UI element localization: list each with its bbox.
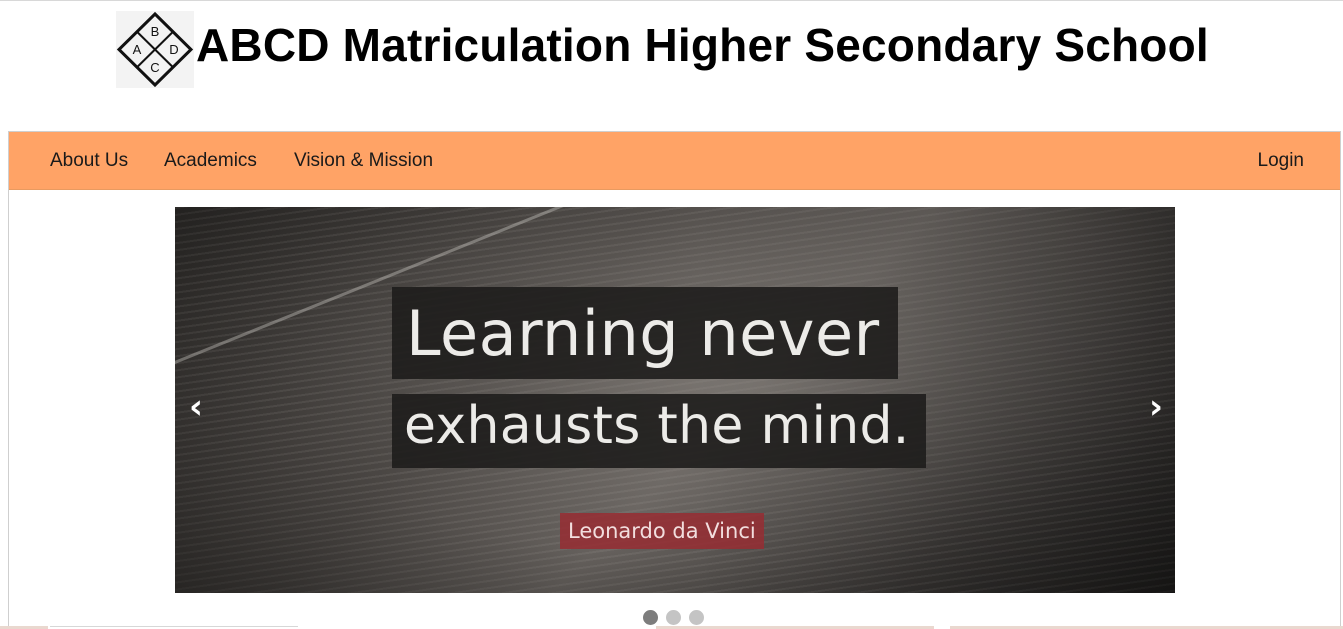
site-header: B A D C ABCD Matriculation Higher Second… xyxy=(0,0,1343,100)
logo-letter-b: B xyxy=(151,24,160,39)
carousel-indicator-1[interactable] xyxy=(643,610,658,625)
logo-diamond-icon: B A D C xyxy=(116,11,194,88)
carousel-indicator-3[interactable] xyxy=(689,610,704,625)
site-title: ABCD Matriculation Higher Secondary Scho… xyxy=(196,19,1209,71)
nav-link-login[interactable]: Login xyxy=(1258,150,1305,172)
nav-link-academics[interactable]: Academics xyxy=(164,150,257,172)
nav-link-vision-mission[interactable]: Vision & Mission xyxy=(294,150,433,172)
school-logo[interactable]: B A D C xyxy=(116,11,194,88)
nav-link-about-us[interactable]: About Us xyxy=(50,150,128,172)
slide-quote-line-2: exhausts the mind. xyxy=(392,394,926,468)
slide-quote-author: Leonardo da Vinci xyxy=(560,513,764,549)
below-fold-content-edge xyxy=(50,626,298,627)
logo-letter-a: A xyxy=(133,42,142,57)
carousel-prev-icon[interactable]: ‹ xyxy=(189,390,203,424)
carousel-indicator-2[interactable] xyxy=(666,610,681,625)
logo-letter-c: C xyxy=(150,60,159,75)
logo-letter-d: D xyxy=(169,42,178,57)
main-navbar: About Us Academics Vision & Mission Logi… xyxy=(9,132,1340,190)
carousel-next-icon[interactable]: › xyxy=(1149,390,1163,424)
slide-quote-line-1: Learning never xyxy=(392,287,898,379)
hero-carousel: Learning never exhausts the mind. Leonar… xyxy=(175,207,1175,593)
